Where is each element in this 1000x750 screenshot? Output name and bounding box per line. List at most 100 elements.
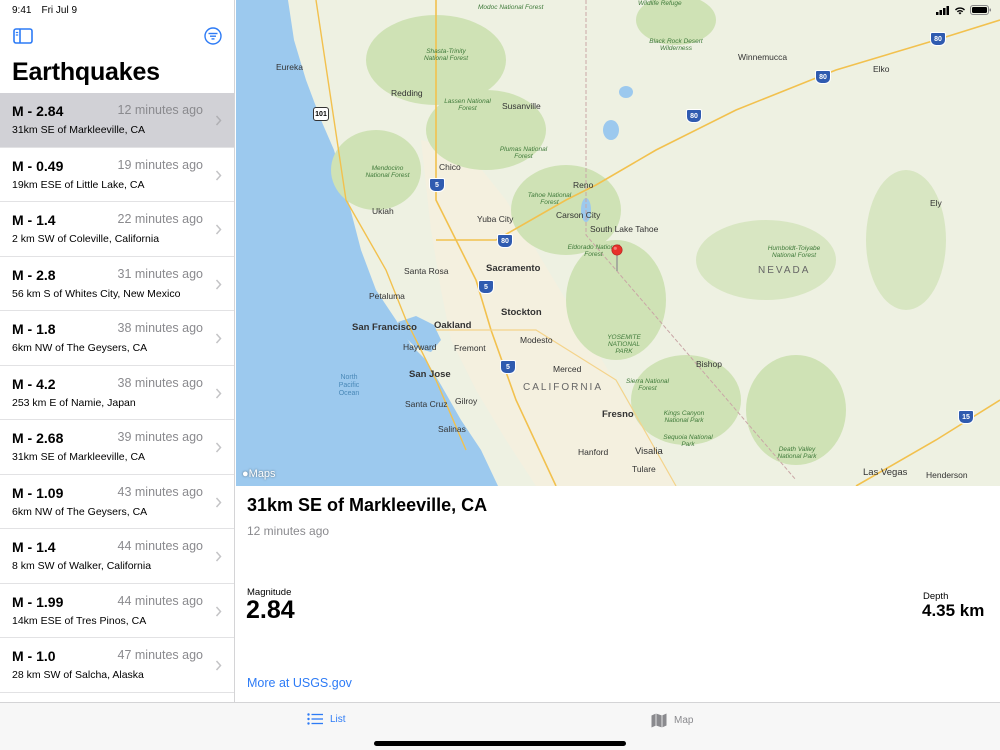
list-item[interactable]: M - 1.4 44 minutes ago 8 km SW of Walker… bbox=[0, 529, 234, 584]
tab-list[interactable]: List bbox=[307, 713, 346, 725]
map-label: Tahoe National Forest bbox=[527, 192, 572, 206]
place-label: 28 km SW of Salcha, Alaska bbox=[12, 669, 144, 681]
usgs-link[interactable]: More at USGS.gov bbox=[247, 676, 352, 690]
chevron-right-icon bbox=[215, 388, 222, 398]
list-item[interactable]: M - 1.4 22 minutes ago 2 km SW of Colevi… bbox=[0, 202, 234, 257]
map-label: Hanford bbox=[578, 447, 609, 457]
map-label: Kings Canyon National Park bbox=[663, 410, 705, 424]
interstate-shield: 80 bbox=[686, 109, 702, 123]
map-label: San Jose bbox=[409, 369, 451, 380]
chevron-right-icon bbox=[215, 606, 222, 616]
sidebar-icon[interactable] bbox=[13, 28, 33, 44]
map-label: Modoc National Forest bbox=[478, 4, 544, 11]
place-label: 14km ESE of Tres Pinos, CA bbox=[12, 614, 147, 627]
map-label: Merced bbox=[553, 364, 582, 374]
detail-panel: 31km SE of Markleeville, CA 12 minutes a… bbox=[236, 486, 1000, 702]
interstate-shield: 80 bbox=[930, 32, 946, 46]
map-label: Petaluma bbox=[369, 291, 405, 301]
interstate-shield: 5 bbox=[500, 360, 516, 374]
interstate-shield: 5 bbox=[478, 280, 494, 294]
magnitude-label: M - 1.4 bbox=[12, 212, 56, 228]
magnitude-label: M - 1.0 bbox=[12, 648, 56, 664]
map-pin-icon[interactable] bbox=[611, 244, 623, 272]
place-label: 31km SE of Markleeville, CA bbox=[12, 124, 146, 136]
chevron-right-icon bbox=[215, 497, 222, 507]
map-label: Wildlife Refuge bbox=[638, 0, 682, 7]
map-label: Modesto bbox=[520, 335, 553, 345]
map-label: Elko bbox=[873, 64, 890, 74]
chevron-right-icon bbox=[215, 224, 222, 235]
map-label: Hayward bbox=[403, 342, 437, 352]
map-label: Sequoia National Park bbox=[663, 434, 713, 448]
map-label: Ukiah bbox=[372, 206, 394, 216]
chevron-right-icon bbox=[215, 442, 222, 453]
status-indicators bbox=[936, 0, 992, 20]
filter-circle-icon[interactable] bbox=[204, 27, 222, 45]
map-label: Lassen National Forest bbox=[444, 98, 491, 112]
chevron-right-icon bbox=[215, 333, 222, 344]
map-label: Plumas National Forest bbox=[499, 146, 548, 160]
map-icon bbox=[651, 713, 667, 728]
map-label: Santa Rosa bbox=[404, 266, 449, 276]
place-label: 6km NW of The Geysers, CA bbox=[12, 505, 148, 518]
earthquake-list: M - 2.84 12 minutes ago 31km SE of Markl… bbox=[0, 93, 234, 693]
map-label: Death Valley National Park bbox=[777, 446, 817, 460]
time-label: 44 minutes ago bbox=[117, 539, 203, 553]
map-label: Susanville bbox=[502, 101, 541, 111]
map-label: Fremont bbox=[454, 343, 486, 353]
tab-map[interactable]: Map bbox=[651, 713, 693, 728]
detail-time: 12 minutes ago bbox=[247, 524, 330, 538]
map-label: Redding bbox=[391, 88, 423, 98]
chevron-right-icon bbox=[215, 115, 222, 126]
list-item[interactable]: M - 1.99 44 minutes ago 14km ESE of Tres… bbox=[0, 584, 234, 638]
map-label: CALIFORNIA bbox=[523, 382, 604, 393]
page-title: Earthquakes bbox=[12, 58, 160, 86]
map-label: Visalia bbox=[635, 446, 663, 457]
map-label: Carson City bbox=[556, 210, 601, 220]
tab-list-label: List bbox=[330, 713, 346, 725]
map-label: Stockton bbox=[501, 307, 542, 318]
home-indicator[interactable] bbox=[374, 741, 626, 746]
map-view[interactable]: Modoc National Forest Wildlife Refuge Bl… bbox=[236, 0, 1000, 486]
battery-icon bbox=[970, 5, 991, 15]
list-item[interactable]: M - 2.84 12 minutes ago 31km SE of Markl… bbox=[0, 93, 234, 148]
place-label: 2 km SW of Coleville, California bbox=[12, 233, 160, 245]
chevron-right-icon bbox=[215, 551, 222, 562]
time-label: 43 minutes ago bbox=[117, 484, 203, 499]
map-label: Santa Cruz bbox=[405, 399, 448, 409]
list-item[interactable]: M - 2.8 31 minutes ago 56 km S of Whites… bbox=[0, 257, 234, 311]
list-item[interactable]: M - 1.09 43 minutes ago 6km NW of The Ge… bbox=[0, 475, 234, 529]
map-label: Sierra National Forest bbox=[626, 378, 669, 392]
place-label: 19km ESE of Little Lake, CA bbox=[12, 178, 145, 191]
map-label: Sacramento bbox=[486, 263, 541, 274]
magnitude-label: M - 1.99 bbox=[12, 593, 64, 610]
interstate-shield: 15 bbox=[958, 410, 974, 424]
list-icon bbox=[307, 713, 323, 725]
list-item[interactable]: M - 1.0 47 minutes ago 28 km SW of Salch… bbox=[0, 638, 234, 693]
list-item[interactable]: M - 4.2 38 minutes ago 253 km E of Namie… bbox=[0, 366, 234, 420]
map-label: Oakland bbox=[434, 320, 472, 331]
interstate-shield: 80 bbox=[497, 234, 513, 248]
tab-bar: List Map bbox=[0, 702, 1000, 750]
map-label: North Pacific Ocean bbox=[338, 374, 360, 397]
map-label: Humboldt-Toiyabe National Forest bbox=[767, 245, 821, 259]
map-label: Winnemucca bbox=[738, 52, 788, 62]
map-label: Henderson bbox=[926, 470, 968, 480]
place-label: 31km SE of Markleeville, CA bbox=[12, 451, 146, 463]
magnitude-label: M - 1.4 bbox=[12, 539, 56, 555]
magnitude-label: M - 4.2 bbox=[12, 375, 56, 392]
map-label: San Francisco bbox=[352, 322, 417, 333]
cellular-icon bbox=[936, 5, 949, 15]
list-item[interactable]: M - 2.68 39 minutes ago 31km SE of Markl… bbox=[0, 420, 234, 475]
map-label: Fresno bbox=[602, 409, 634, 420]
time-label: 31 minutes ago bbox=[117, 266, 203, 281]
wifi-icon bbox=[955, 6, 965, 14]
time-label: 38 minutes ago bbox=[117, 321, 203, 335]
place-label: 8 km SW of Walker, California bbox=[12, 560, 152, 572]
magnitude-value: 2.84 bbox=[246, 596, 295, 624]
list-item[interactable]: M - 1.8 38 minutes ago 6km NW of The Gey… bbox=[0, 311, 234, 366]
magnitude-label: M - 1.09 bbox=[12, 484, 64, 501]
list-item[interactable]: M - 0.49 19 minutes ago 19km ESE of Litt… bbox=[0, 148, 234, 202]
map-label: Salinas bbox=[438, 424, 466, 434]
map-label: NEVADA bbox=[758, 265, 811, 276]
